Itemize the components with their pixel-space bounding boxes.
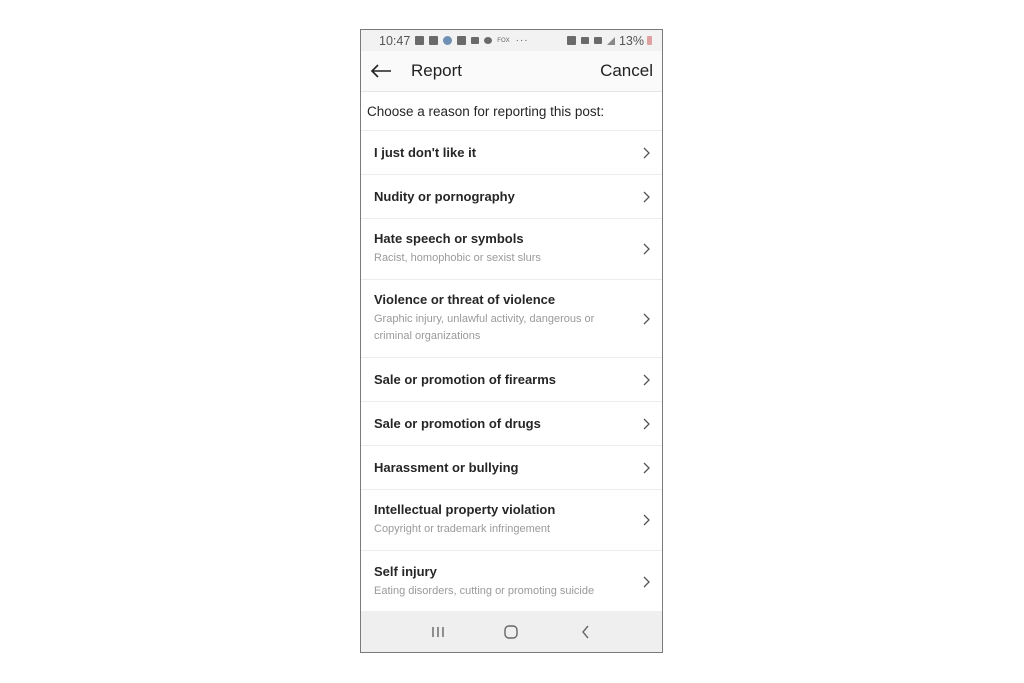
reason-item-ip-violation[interactable]: Intellectual property violation Copyrigh…: [361, 490, 662, 551]
home-button[interactable]: [496, 617, 526, 647]
recent-apps-icon: [432, 626, 444, 637]
reason-item-hate-speech[interactable]: Hate speech or symbols Racist, homophobi…: [361, 219, 662, 280]
reason-label: Hate speech or symbols: [374, 231, 524, 246]
status-bar: 10:47 FOX ··· 13%: [361, 30, 662, 51]
reason-label: Sale or promotion of firearms: [374, 372, 557, 387]
settings-icon: [443, 36, 453, 45]
data-icon: [593, 37, 602, 44]
reason-description: Copyright or trademark infringement: [374, 523, 551, 535]
chevron-right-icon: [642, 462, 652, 474]
mail-icon: [471, 37, 480, 44]
battery-icon: [647, 36, 652, 45]
chevron-right-icon: [642, 243, 652, 255]
calendar-icon: [429, 36, 439, 45]
reason-label: Self injury: [374, 563, 437, 579]
alarm-icon: [566, 36, 576, 45]
header: Report Cancel: [361, 51, 662, 92]
reason-list: I just don't like it Nudity or pornograp…: [361, 131, 662, 612]
home-icon: [504, 624, 519, 639]
chevron-right-icon: [642, 147, 652, 159]
nav-back-button[interactable]: [570, 617, 600, 647]
reason-item-violence[interactable]: Violence or threat of violence Graphic i…: [361, 280, 662, 358]
linkedin-icon: [457, 36, 467, 45]
reason-item-nudity[interactable]: Nudity or pornography: [361, 175, 662, 219]
more-dots-icon: ···: [515, 35, 529, 46]
recent-apps-button[interactable]: [423, 617, 453, 647]
reason-item-harassment[interactable]: Harassment or bullying: [361, 446, 662, 490]
chevron-right-icon: [642, 418, 652, 430]
pinwheel-icon: [484, 37, 493, 44]
reason-label: Violence or threat of violence: [374, 292, 556, 307]
reason-label: Intellectual property violation: [374, 502, 556, 517]
reason-label: Nudity or pornography: [374, 189, 515, 204]
system-nav-bar: [361, 611, 662, 652]
chevron-right-icon: [642, 514, 652, 526]
reason-description: Graphic injury, unlawful activity, dange…: [374, 313, 595, 342]
signal-icon: [606, 36, 615, 45]
chevron-right-icon: [642, 576, 652, 588]
reason-description: Racist, homophobic or sexist slurs: [374, 252, 541, 264]
back-icon: [581, 625, 589, 638]
chevron-right-icon: [642, 374, 652, 386]
fox-news-icon: FOX: [497, 37, 510, 44]
reason-label: Harassment or bullying: [374, 460, 519, 475]
reason-item-firearms[interactable]: Sale or promotion of firearms: [361, 358, 662, 402]
report-prompt: Choose a reason for reporting this post:: [361, 92, 662, 131]
youtube-icon: [415, 36, 425, 45]
cancel-button[interactable]: Cancel: [600, 61, 653, 81]
mute-icon: [580, 37, 589, 44]
page-title: Report: [411, 61, 463, 80]
reason-label: I just don't like it: [374, 145, 477, 160]
chevron-right-icon: [642, 313, 652, 325]
status-time: 10:47: [379, 33, 411, 48]
reason-description: Eating disorders, cutting or promoting s…: [374, 584, 595, 597]
back-arrow-icon[interactable]: [370, 60, 392, 82]
reason-item-drugs[interactable]: Sale or promotion of drugs: [361, 402, 662, 446]
battery-percent: 13%: [618, 33, 644, 48]
phone-screen: 10:47 FOX ··· 13% Report Cancel Choose a…: [360, 29, 663, 653]
reason-label: Sale or promotion of drugs: [374, 416, 541, 431]
chevron-right-icon: [642, 191, 652, 203]
reason-item-self-injury[interactable]: Self injury Eating disorders, cutting or…: [361, 551, 662, 612]
reason-item-dont-like[interactable]: I just don't like it: [361, 131, 662, 175]
